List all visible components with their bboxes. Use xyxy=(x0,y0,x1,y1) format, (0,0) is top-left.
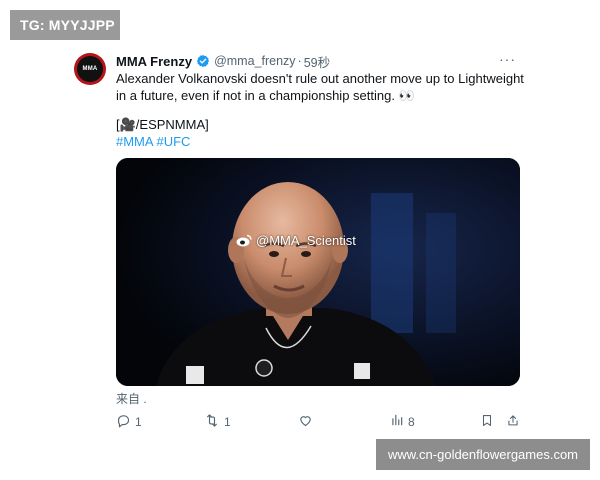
tweet-time[interactable]: 59秒 xyxy=(304,52,330,71)
retweet-button[interactable]: 1 xyxy=(204,413,231,431)
views-count: 8 xyxy=(408,414,415,429)
tweet-text: Alexander Volkanovski doesn't rule out a… xyxy=(116,71,524,103)
tweet-header: MMA Frenzy @mma_frenzy · 59秒 xyxy=(116,52,330,70)
more-icon[interactable]: ··· xyxy=(499,51,516,67)
reply-button[interactable]: 1 xyxy=(116,413,142,431)
verified-badge-icon xyxy=(196,54,210,68)
like-button[interactable] xyxy=(298,413,313,431)
tweet-video[interactable]: @MMA_Scientist xyxy=(116,158,520,386)
author-name[interactable]: MMA Frenzy xyxy=(116,54,192,69)
author-handle[interactable]: @mma_frenzy xyxy=(214,54,295,68)
views-icon xyxy=(390,413,404,430)
avatar-logo: MMA xyxy=(77,56,103,82)
share-icon xyxy=(506,413,520,431)
tweet-credit: [🎥/ESPNMMA] xyxy=(116,117,209,132)
retweet-count: 1 xyxy=(224,415,231,429)
like-icon xyxy=(298,413,313,431)
page: TG: MYYJJPP MMA MMA Frenzy @mma_frenzy ·… xyxy=(0,0,600,480)
reply-count: 1 xyxy=(135,415,142,429)
hashtag-ufc[interactable]: #UFC xyxy=(156,134,190,149)
bookmark-button[interactable] xyxy=(480,413,494,431)
video-frame xyxy=(116,158,520,386)
reply-icon xyxy=(116,413,131,431)
weibo-icon xyxy=(236,234,252,247)
source-label: 来自 . xyxy=(116,392,147,406)
views-button[interactable]: 8 xyxy=(390,413,415,430)
retweet-icon xyxy=(204,413,220,431)
tweet-card[interactable]: MMA MMA Frenzy @mma_frenzy · 59秒 ··· Ale… xyxy=(66,45,534,435)
video-watermark: @MMA_Scientist xyxy=(236,233,356,248)
hashtag-list: #MMA #UFC xyxy=(116,134,190,149)
hashtag-mma[interactable]: #MMA xyxy=(116,134,153,149)
share-button[interactable] xyxy=(506,413,520,431)
header-separator: · xyxy=(297,54,302,68)
bottom-watermark: www.cn-goldenflowergames.com xyxy=(376,439,590,470)
bookmark-icon xyxy=(480,413,494,431)
avatar[interactable]: MMA xyxy=(74,53,106,85)
action-bar: 1 1 8 xyxy=(116,413,526,431)
top-watermark: TG: MYYJJPP xyxy=(10,10,120,40)
video-watermark-text: @MMA_Scientist xyxy=(256,233,356,248)
